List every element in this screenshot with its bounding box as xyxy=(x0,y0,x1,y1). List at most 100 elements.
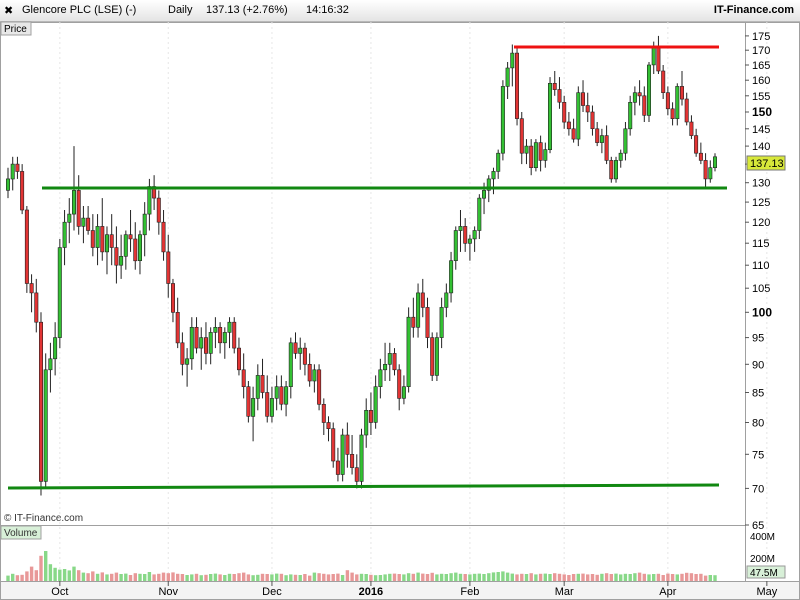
watermark: © IT-Finance.com xyxy=(4,513,83,524)
candle-body xyxy=(67,213,72,223)
volume-bar xyxy=(708,575,712,581)
volume-bar xyxy=(633,573,637,581)
volume-bar xyxy=(689,573,694,581)
candle-body xyxy=(317,369,322,405)
candle-body xyxy=(392,353,397,371)
candle-body xyxy=(670,108,675,120)
volume-bar xyxy=(534,574,538,581)
candle-body xyxy=(350,453,355,468)
candle-body xyxy=(24,209,29,284)
volume-bar xyxy=(472,573,477,581)
volume-bar xyxy=(81,572,86,581)
candle-body xyxy=(204,337,209,354)
volume-bar xyxy=(34,570,38,581)
candle-body xyxy=(161,221,166,253)
volume-bar xyxy=(510,573,514,581)
volume-bar xyxy=(529,573,533,581)
candle-body xyxy=(359,434,364,482)
candle-body xyxy=(288,342,293,387)
candle-body xyxy=(449,260,454,294)
candle-body xyxy=(613,160,618,180)
candle-body xyxy=(100,226,105,253)
candle-body xyxy=(237,347,242,371)
y-tick-label: 175 xyxy=(752,31,770,43)
candle-body xyxy=(53,337,58,360)
volume-bar xyxy=(491,572,496,581)
candle-body xyxy=(628,102,633,130)
volume-bar xyxy=(20,574,24,581)
candle-body xyxy=(698,152,703,161)
candle-body xyxy=(524,145,529,154)
volume-bar xyxy=(190,574,194,581)
candle-body xyxy=(604,135,609,161)
volume-bar xyxy=(336,573,340,581)
volume-bar xyxy=(275,573,279,581)
candle-body xyxy=(105,234,110,253)
y-tick-label: 95 xyxy=(752,333,764,345)
volume-bar xyxy=(289,574,293,581)
volume-bar xyxy=(303,574,307,581)
volume-bar xyxy=(199,575,203,581)
price-label: Price xyxy=(4,24,27,35)
volume-bar xyxy=(590,574,595,581)
candle-body xyxy=(142,213,147,236)
candle-body xyxy=(416,292,421,328)
candle-body xyxy=(232,321,237,349)
volume-bar xyxy=(171,572,175,581)
volume-bar xyxy=(340,575,345,581)
candle-body xyxy=(632,92,637,103)
candle-body xyxy=(576,92,581,140)
volume-bar xyxy=(637,572,642,581)
candle-body xyxy=(274,386,279,399)
volume-bar xyxy=(194,573,199,581)
volume-bar xyxy=(543,573,547,581)
volume-bar xyxy=(392,573,397,581)
x-tick-label: Mar xyxy=(555,586,574,598)
candle-body xyxy=(34,292,39,323)
volume-bar xyxy=(501,571,505,581)
candle-body xyxy=(119,255,124,266)
volume-bar xyxy=(185,575,189,581)
volume-bar xyxy=(557,573,562,581)
candle-body xyxy=(557,89,562,103)
volume-bar xyxy=(209,574,213,581)
candle-body xyxy=(38,321,43,482)
volume-bar xyxy=(11,573,15,581)
volume-bar xyxy=(143,574,147,581)
volume-bar xyxy=(699,573,703,581)
candle-body xyxy=(510,52,515,69)
volume-bar xyxy=(124,573,128,581)
candle-body xyxy=(373,386,378,423)
candle-body xyxy=(708,167,713,180)
volume-bar xyxy=(609,574,613,581)
volume-panel xyxy=(0,525,746,582)
volume-bar xyxy=(67,570,71,581)
volume-bar xyxy=(227,573,232,581)
candle-body xyxy=(72,190,77,215)
candle-body xyxy=(62,221,67,248)
volume-bar xyxy=(58,569,62,581)
candle-body xyxy=(637,92,642,97)
volume-bar xyxy=(260,573,265,581)
volume-tick-400m: 400M xyxy=(750,532,775,543)
volume-bar xyxy=(562,574,566,581)
x-tick-label: Apr xyxy=(659,586,676,598)
candle-body xyxy=(227,321,232,333)
candle-body xyxy=(529,145,534,169)
volume-bar xyxy=(553,573,557,581)
volume-bar xyxy=(388,573,392,581)
candle-body xyxy=(293,342,298,354)
candle-body xyxy=(269,398,274,417)
candle-body xyxy=(618,152,623,161)
candle-body xyxy=(566,121,571,130)
volume-bar xyxy=(350,572,354,581)
candle-body xyxy=(368,409,373,423)
candle-body xyxy=(467,238,472,244)
volume-bar xyxy=(713,575,717,581)
volume-bar xyxy=(6,575,10,581)
y-tick-label: 165 xyxy=(752,60,770,72)
candle-body xyxy=(684,98,689,123)
candle-body xyxy=(128,234,133,240)
candle-body xyxy=(590,111,595,130)
volume-bar xyxy=(600,573,604,581)
